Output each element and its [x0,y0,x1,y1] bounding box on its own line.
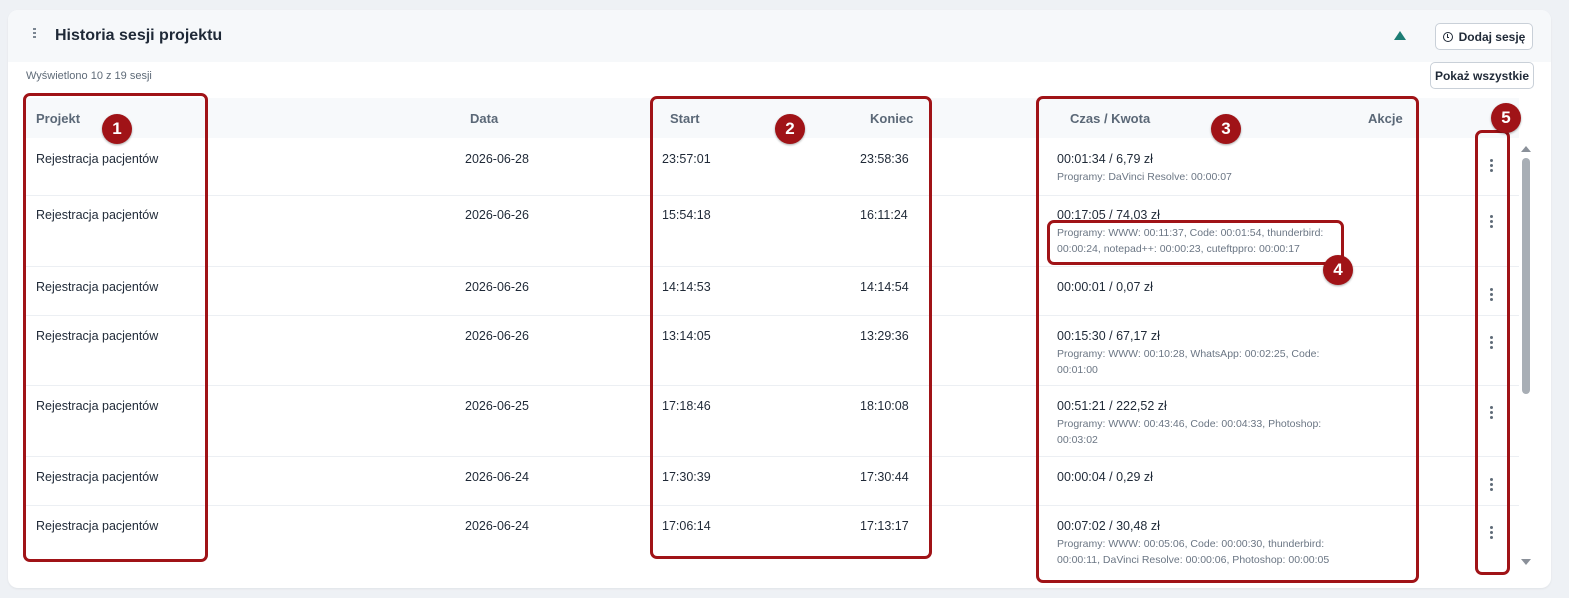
highlight-box-programs [1047,220,1344,265]
panel-title: Historia sesji projektu [55,27,223,44]
show-all-button[interactable]: Pokaż wszystkie [1430,62,1534,89]
collapse-arrow-icon[interactable] [1394,31,1406,40]
drag-handle-icon[interactable] [33,28,39,42]
add-session-label: Dodaj sesję [1458,29,1526,44]
highlight-box-start-end [650,96,932,559]
cell-date: 2026-06-24 [465,470,529,484]
cell-date: 2026-06-24 [465,519,529,533]
annotation-badge-3: 3 [1211,114,1241,144]
cell-date: 2026-06-26 [465,329,529,343]
highlight-box-project [23,93,208,562]
scroll-down-arrow-icon[interactable] [1521,559,1531,565]
session-count-text: Wyświetlono 10 z 19 sesji [26,70,152,82]
clock-icon [1442,31,1453,42]
add-session-button[interactable]: Dodaj sesję [1435,23,1533,50]
annotation-badge-1: 1 [102,114,132,144]
scroll-up-arrow-icon[interactable] [1521,146,1531,152]
annotation-badge-2: 2 [775,114,805,144]
col-header-date[interactable]: Data [470,111,498,126]
cell-date: 2026-06-26 [465,208,529,222]
highlight-box-time-amount [1036,96,1419,583]
cell-date: 2026-06-25 [465,399,529,413]
annotation-badge-4: 4 [1323,255,1353,285]
highlight-box-actions [1475,130,1510,575]
panel-header: Historia sesji projektu Dodaj sesję [8,10,1551,62]
scrollbar-thumb[interactable] [1522,158,1530,394]
cell-date: 2026-06-28 [465,152,529,166]
cell-date: 2026-06-26 [465,280,529,294]
annotation-badge-5: 5 [1491,103,1521,133]
